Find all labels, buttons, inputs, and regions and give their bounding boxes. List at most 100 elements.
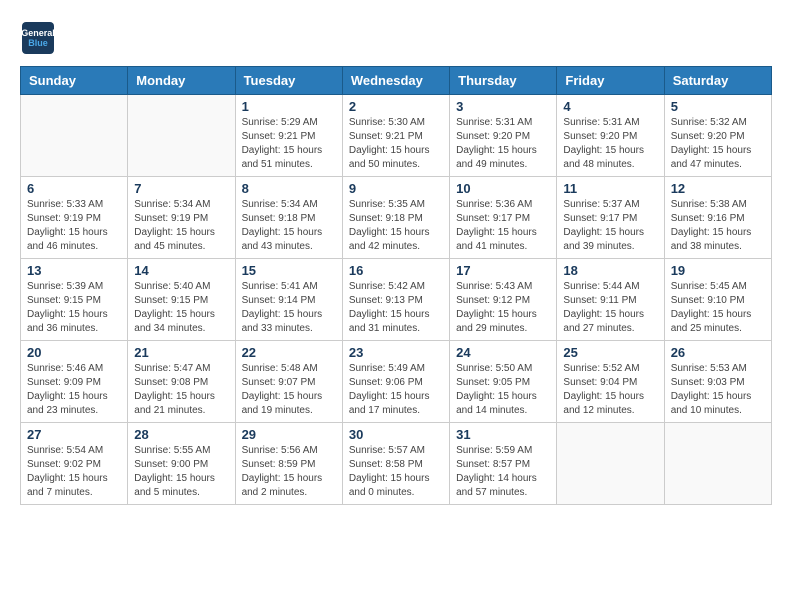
day-number: 6 [27, 181, 121, 196]
day-info: Sunrise: 5:59 AMSunset: 8:57 PMDaylight:… [456, 444, 550, 500]
day-info: Sunrise: 5:45 AMSunset: 9:10 PMDaylight:… [671, 280, 765, 336]
day-info: Sunrise: 5:40 AMSunset: 9:15 PMDaylight:… [134, 280, 228, 336]
day-info: Sunrise: 5:38 AMSunset: 9:16 PMDaylight:… [671, 198, 765, 254]
calendar-cell: 20 Sunrise: 5:46 AMSunset: 9:09 PMDayligh… [21, 341, 128, 423]
logo: General Blue [20, 20, 56, 56]
day-info: Sunrise: 5:55 AMSunset: 9:00 PMDaylight:… [134, 444, 228, 500]
day-info: Sunrise: 5:44 AMSunset: 9:11 PMDaylight:… [563, 280, 657, 336]
day-info: Sunrise: 5:36 AMSunset: 9:17 PMDaylight:… [456, 198, 550, 254]
calendar-cell [21, 95, 128, 177]
calendar-cell: 22Sunrise: 5:48 AMSunset: 9:07 PMDayligh… [235, 341, 342, 423]
day-number: 8 [242, 181, 336, 196]
weekday-header-wednesday: Wednesday [342, 67, 449, 95]
calendar-cell: 18 Sunrise: 5:44 AMSunset: 9:11 PMDayligh… [557, 259, 664, 341]
calendar-cell: 21Sunrise: 5:47 AMSunset: 9:08 PMDayligh… [128, 341, 235, 423]
calendar-table: SundayMondayTuesdayWednesdayThursdayFrid… [20, 66, 772, 505]
day-info: Sunrise: 5:43 AMSunset: 9:12 PMDaylight:… [456, 280, 550, 336]
day-info: Sunrise: 5:50 AMSunset: 9:05 PMDaylight:… [456, 362, 550, 418]
svg-text:Blue: Blue [28, 38, 48, 48]
calendar-cell: 29 Sunrise: 5:56 AMSunset: 8:59 PMDayligh… [235, 423, 342, 505]
day-info: Sunrise: 5:42 AMSunset: 9:13 PMDaylight:… [349, 280, 443, 336]
calendar-cell: 27Sunrise: 5:54 AMSunset: 9:02 PMDayligh… [21, 423, 128, 505]
calendar-cell: 16 Sunrise: 5:42 AMSunset: 9:13 PMDayligh… [342, 259, 449, 341]
page-header: General Blue [20, 20, 772, 56]
day-number: 23 [349, 345, 443, 360]
calendar-week-3: 13 Sunrise: 5:39 AMSunset: 9:15 PMDayligh… [21, 259, 772, 341]
day-number: 29 [242, 427, 336, 442]
day-number: 19 [671, 263, 765, 278]
day-info: Sunrise: 5:29 AMSunset: 9:21 PMDaylight:… [242, 116, 336, 172]
day-number: 1 [242, 99, 336, 114]
day-info: Sunrise: 5:31 AMSunset: 9:20 PMDaylight:… [456, 116, 550, 172]
day-info: Sunrise: 5:54 AMSunset: 9:02 PMDaylight:… [27, 444, 121, 500]
day-info: Sunrise: 5:46 AMSunset: 9:09 PMDaylight:… [27, 362, 121, 418]
calendar-cell: 11 Sunrise: 5:37 AMSunset: 9:17 PMDayligh… [557, 177, 664, 259]
day-number: 11 [563, 181, 657, 196]
calendar-cell: 14 Sunrise: 5:40 AMSunset: 9:15 PMDayligh… [128, 259, 235, 341]
day-number: 30 [349, 427, 443, 442]
calendar-cell: 7Sunrise: 5:34 AMSunset: 9:19 PMDaylight… [128, 177, 235, 259]
weekday-header-tuesday: Tuesday [235, 67, 342, 95]
day-number: 4 [563, 99, 657, 114]
day-info: Sunrise: 5:32 AMSunset: 9:20 PMDaylight:… [671, 116, 765, 172]
day-info: Sunrise: 5:34 AMSunset: 9:19 PMDaylight:… [134, 198, 228, 254]
day-number: 24 [456, 345, 550, 360]
weekday-header-monday: Monday [128, 67, 235, 95]
day-info: Sunrise: 5:53 AMSunset: 9:03 PMDaylight:… [671, 362, 765, 418]
calendar-cell: 26 Sunrise: 5:53 AMSunset: 9:03 PMDayligh… [664, 341, 771, 423]
calendar-cell: 2 Sunrise: 5:30 AMSunset: 9:21 PMDaylight… [342, 95, 449, 177]
calendar-cell: 19 Sunrise: 5:45 AMSunset: 9:10 PMDayligh… [664, 259, 771, 341]
day-info: Sunrise: 5:33 AMSunset: 9:19 PMDaylight:… [27, 198, 121, 254]
calendar-cell [128, 95, 235, 177]
calendar-cell: 15 Sunrise: 5:41 AMSunset: 9:14 PMDayligh… [235, 259, 342, 341]
calendar-cell: 30Sunrise: 5:57 AMSunset: 8:58 PMDayligh… [342, 423, 449, 505]
calendar-cell: 10 Sunrise: 5:36 AMSunset: 9:17 PMDayligh… [450, 177, 557, 259]
calendar-cell: 8 Sunrise: 5:34 AMSunset: 9:18 PMDaylight… [235, 177, 342, 259]
weekday-header-saturday: Saturday [664, 67, 771, 95]
calendar-header-row: SundayMondayTuesdayWednesdayThursdayFrid… [21, 67, 772, 95]
calendar-cell: 13 Sunrise: 5:39 AMSunset: 9:15 PMDayligh… [21, 259, 128, 341]
day-info: Sunrise: 5:56 AMSunset: 8:59 PMDaylight:… [242, 444, 336, 500]
calendar-cell: 5 Sunrise: 5:32 AMSunset: 9:20 PMDaylight… [664, 95, 771, 177]
day-info: Sunrise: 5:52 AMSunset: 9:04 PMDaylight:… [563, 362, 657, 418]
day-number: 15 [242, 263, 336, 278]
day-number: 20 [27, 345, 121, 360]
day-info: Sunrise: 5:35 AMSunset: 9:18 PMDaylight:… [349, 198, 443, 254]
day-number: 2 [349, 99, 443, 114]
weekday-header-sunday: Sunday [21, 67, 128, 95]
day-number: 26 [671, 345, 765, 360]
calendar-cell: 9 Sunrise: 5:35 AMSunset: 9:18 PMDaylight… [342, 177, 449, 259]
calendar-cell: 17Sunrise: 5:43 AMSunset: 9:12 PMDayligh… [450, 259, 557, 341]
day-number: 16 [349, 263, 443, 278]
calendar-cell: 3 Sunrise: 5:31 AMSunset: 9:20 PMDaylight… [450, 95, 557, 177]
calendar-cell: 1 Sunrise: 5:29 AMSunset: 9:21 PMDaylight… [235, 95, 342, 177]
calendar-cell [557, 423, 664, 505]
day-info: Sunrise: 5:30 AMSunset: 9:21 PMDaylight:… [349, 116, 443, 172]
day-number: 3 [456, 99, 550, 114]
day-info: Sunrise: 5:41 AMSunset: 9:14 PMDaylight:… [242, 280, 336, 336]
day-info: Sunrise: 5:31 AMSunset: 9:20 PMDaylight:… [563, 116, 657, 172]
day-number: 9 [349, 181, 443, 196]
day-number: 5 [671, 99, 765, 114]
calendar-cell: 24 Sunrise: 5:50 AMSunset: 9:05 PMDayligh… [450, 341, 557, 423]
day-info: Sunrise: 5:39 AMSunset: 9:15 PMDaylight:… [27, 280, 121, 336]
day-number: 14 [134, 263, 228, 278]
calendar-cell: 31Sunrise: 5:59 AMSunset: 8:57 PMDayligh… [450, 423, 557, 505]
calendar-cell [664, 423, 771, 505]
day-number: 18 [563, 263, 657, 278]
calendar-cell: 23Sunrise: 5:49 AMSunset: 9:06 PMDayligh… [342, 341, 449, 423]
calendar-cell: 25Sunrise: 5:52 AMSunset: 9:04 PMDayligh… [557, 341, 664, 423]
day-number: 28 [134, 427, 228, 442]
weekday-header-friday: Friday [557, 67, 664, 95]
day-number: 21 [134, 345, 228, 360]
svg-text:General: General [21, 28, 55, 38]
calendar-week-4: 20 Sunrise: 5:46 AMSunset: 9:09 PMDayligh… [21, 341, 772, 423]
day-number: 13 [27, 263, 121, 278]
calendar-week-2: 6 Sunrise: 5:33 AMSunset: 9:19 PMDaylight… [21, 177, 772, 259]
day-info: Sunrise: 5:34 AMSunset: 9:18 PMDaylight:… [242, 198, 336, 254]
calendar-cell: 6 Sunrise: 5:33 AMSunset: 9:19 PMDaylight… [21, 177, 128, 259]
day-info: Sunrise: 5:37 AMSunset: 9:17 PMDaylight:… [563, 198, 657, 254]
day-number: 10 [456, 181, 550, 196]
logo-icon: General Blue [20, 20, 56, 56]
day-number: 12 [671, 181, 765, 196]
